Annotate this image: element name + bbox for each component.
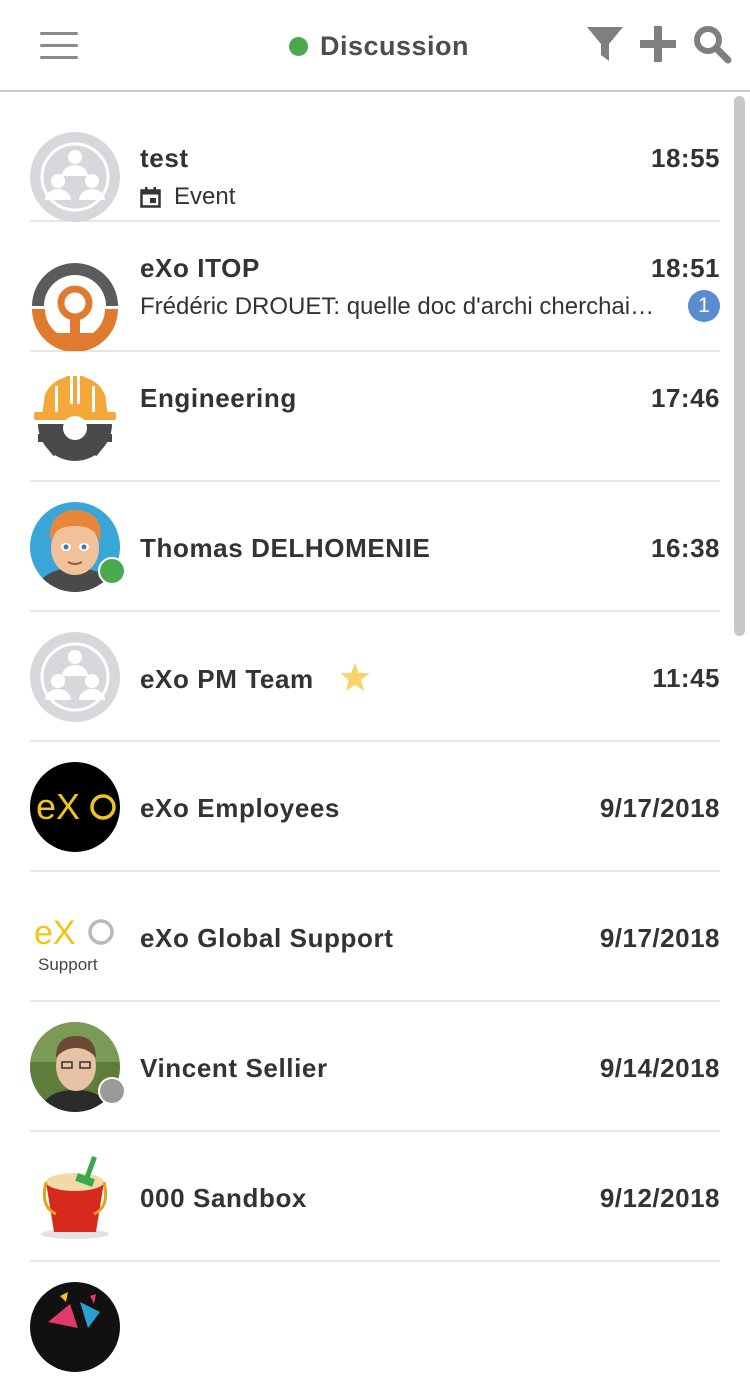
sandbox-bucket-icon <box>41 1156 109 1239</box>
conversation-name: eXo PM Team <box>140 663 370 695</box>
conversation-name: eXo ITOP <box>140 253 260 283</box>
exo-logo-icon: eX <box>30 762 120 852</box>
conversation-subtitle: Event <box>140 183 235 211</box>
conversation-list: test 18:55 Event eXo ITOP 18:51 Frédéric… <box>30 92 720 1390</box>
discussion-status-title[interactable]: Discussion <box>289 28 469 64</box>
conversation-time: 18:51 <box>651 253 720 283</box>
conversation-item-000-sandbox[interactable]: 000 Sandbox 9/12/2018 <box>30 1132 720 1262</box>
conversation-time: 9/17/2018 <box>599 793 720 823</box>
conversation-time: 9/17/2018 <box>599 923 720 953</box>
conversation-name: Thomas DELHOMENIE <box>140 533 431 563</box>
conversation-name-label: eXo PM Team <box>140 664 314 694</box>
conversation-item-exo-pm-team[interactable]: eXo PM Team 11:45 <box>30 612 720 742</box>
conversation-item-partial[interactable] <box>30 1262 720 1390</box>
conversation-name: Vincent Sellier <box>140 1053 328 1083</box>
status-dot <box>289 36 308 56</box>
conversation-time: 17:46 <box>651 383 720 413</box>
conversation-time: 9/14/2018 <box>599 1053 720 1083</box>
conversation-time: 11:45 <box>652 663 720 693</box>
svg-text:Support: Support <box>38 955 98 974</box>
svg-text:eX: eX <box>34 914 76 952</box>
menu-icon[interactable] <box>40 32 78 60</box>
conversation-item-exo-itop[interactable]: eXo ITOP 18:51 Frédéric DROUET: quelle d… <box>30 222 720 352</box>
conversation-item-exo-employees[interactable]: eX eXo Employees 9/17/2018 <box>30 742 720 872</box>
favorite-star-icon[interactable] <box>339 663 370 691</box>
exo-support-logo-icon: eX Support <box>30 892 120 982</box>
subtitle-label: Event <box>174 183 236 210</box>
conversation-name: test <box>140 143 189 173</box>
filter-icon[interactable] <box>585 24 625 64</box>
conversation-name: 000 Sandbox <box>140 1183 307 1213</box>
conversation-time: 9/12/2018 <box>599 1183 720 1213</box>
conversation-item-test[interactable]: test 18:55 Event <box>30 92 720 222</box>
page-title: Discussion <box>320 30 470 61</box>
scrollbar[interactable] <box>734 96 745 636</box>
engineering-logo-icon <box>34 376 116 461</box>
group-avatar-icon <box>30 632 120 722</box>
group-avatar-icon <box>30 132 120 222</box>
colorful-avatar-icon <box>30 1282 120 1372</box>
presence-online-indicator <box>98 557 126 585</box>
itop-logo-icon <box>30 261 120 351</box>
conversation-item-thomas-delhomenie[interactable]: Thomas DELHOMENIE 16:38 <box>30 482 720 612</box>
conversation-item-vincent-sellier[interactable]: Vincent Sellier 9/14/2018 <box>30 1002 720 1132</box>
calendar-icon <box>140 186 161 208</box>
unread-badge: 1 <box>688 290 720 322</box>
conversation-time: 16:38 <box>651 533 720 563</box>
conversation-name: eXo Employees <box>140 793 340 823</box>
conversation-item-engineering[interactable]: Engineering 17:46 <box>30 352 720 482</box>
conversation-time: 18:55 <box>651 143 720 173</box>
conversation-name: eXo Global Support <box>140 923 394 953</box>
last-message-preview: Frédéric DROUET: quelle doc d'archi cher… <box>140 293 662 320</box>
plus-icon[interactable] <box>638 24 678 64</box>
presence-offline-indicator <box>98 1077 126 1105</box>
svg-text:eX: eX <box>36 786 80 827</box>
top-bar: Discussion <box>0 0 750 92</box>
search-icon[interactable] <box>692 24 732 64</box>
conversation-name: Engineering <box>140 383 297 413</box>
conversation-item-exo-global-support[interactable]: eX Support eXo Global Support 9/17/2018 <box>30 872 720 1002</box>
